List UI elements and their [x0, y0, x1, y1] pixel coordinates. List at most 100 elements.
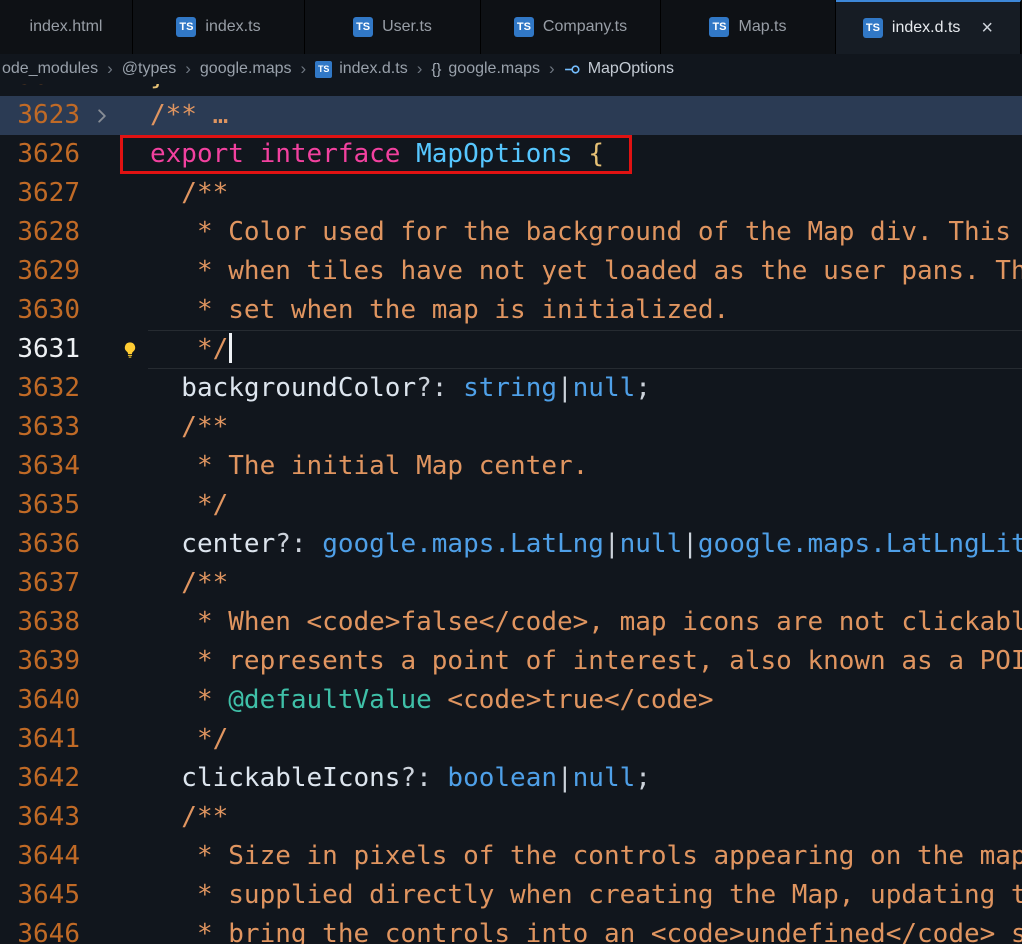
code-line[interactable]: 3646 * bring the controls into an <code>… — [0, 915, 1022, 944]
line-number[interactable]: 3638 — [0, 603, 80, 642]
token-prop[interactable]: backgroundColor — [150, 373, 416, 403]
token-plain[interactable] — [244, 139, 260, 169]
code-text[interactable]: * bring the controls into an <code>undef… — [148, 915, 1022, 944]
code-line[interactable]: 3636 center?: google.maps.LatLng|null|go… — [0, 525, 1022, 564]
token-comment[interactable]: * when tiles have not yet loaded as the … — [150, 256, 1022, 286]
code-line[interactable]: 3630 * set when the map is initialized. — [0, 291, 1022, 330]
tab-Map.ts[interactable]: TS Map.ts — [661, 0, 836, 54]
token-tag[interactable]: @defaultValue — [228, 685, 432, 715]
token-comment[interactable]: /** — [150, 568, 228, 598]
code-text[interactable]: clickableIcons?: boolean|null; — [148, 759, 1022, 798]
code-text[interactable]: * When <code>false</code>, map icons are… — [148, 603, 1022, 642]
token-plain[interactable]: ?: — [416, 373, 463, 403]
token-comment[interactable]: * supplied directly when creating the Ma… — [150, 880, 1022, 910]
token-blue[interactable]: string — [463, 373, 557, 403]
token-prop[interactable]: clickableIcons — [150, 763, 400, 793]
line-number[interactable]: 3628 — [0, 213, 80, 252]
token-comment[interactable]: /** — [150, 412, 228, 442]
token-comment[interactable]: * When <code>false</code>, map icons are… — [150, 607, 1022, 637]
token-plain[interactable] — [400, 139, 416, 169]
token-blue[interactable]: null — [573, 373, 636, 403]
line-number[interactable]: 3633 — [0, 408, 80, 447]
breadcrumb-item-google.maps[interactable]: {} google.maps — [431, 60, 540, 78]
token-blue[interactable]: null — [573, 763, 636, 793]
code-line[interactable]: 3631 */ — [0, 330, 1022, 369]
line-number[interactable]: 3630 — [0, 291, 80, 330]
line-number[interactable]: 3636 — [0, 525, 80, 564]
code-text[interactable]: */ — [148, 720, 1022, 759]
code-line[interactable]: 3635 */ — [0, 486, 1022, 525]
code-line[interactable]: 3644 * Size in pixels of the controls ap… — [0, 837, 1022, 876]
code-line[interactable]: 3628 * Color used for the background of … — [0, 213, 1022, 252]
token-plain[interactable]: ?: — [400, 763, 447, 793]
token-comment[interactable]: */ — [150, 724, 228, 754]
tab-index.ts[interactable]: TS index.ts — [133, 0, 305, 54]
code-text[interactable]: /** — [148, 798, 1022, 837]
code-line[interactable]: 3626 export interface MapOptions { — [0, 135, 1022, 174]
line-number[interactable]: 3643 — [0, 798, 80, 837]
token-kw[interactable]: export — [150, 139, 244, 169]
code-line[interactable]: 3640 * @defaultValue <code>true</code> — [0, 681, 1022, 720]
line-number[interactable]: 3641 — [0, 720, 80, 759]
token-plain[interactable]: | — [682, 529, 698, 559]
line-number[interactable]: 3632 — [0, 369, 80, 408]
line-number[interactable]: 3637 — [0, 564, 80, 603]
token-prop[interactable]: center — [150, 529, 275, 559]
line-number[interactable]: 3631 — [0, 330, 80, 369]
code-text[interactable]: center?: google.maps.LatLng|null|google.… — [148, 525, 1022, 564]
code-line[interactable]: 3638 * When <code>false</code>, map icon… — [0, 603, 1022, 642]
token-blue[interactable]: google.maps.LatLng — [322, 529, 604, 559]
code-text[interactable]: /** … — [148, 96, 1022, 135]
line-number[interactable]: 3645 — [0, 876, 80, 915]
token-bracket[interactable]: { — [588, 139, 604, 169]
tab-index.html[interactable]: index.html — [0, 0, 133, 54]
code-text[interactable]: */ — [148, 330, 1022, 369]
token-plain[interactable]: | — [557, 373, 573, 403]
code-text[interactable]: backgroundColor?: string|null; — [148, 369, 1022, 408]
code-text[interactable]: * when tiles have not yet loaded as the … — [148, 252, 1022, 291]
code-text[interactable]: * The initial Map center. — [148, 447, 1022, 486]
code-line[interactable]: 3643 /** — [0, 798, 1022, 837]
breadcrumb-item-google.maps[interactable]: google.maps — [200, 60, 292, 78]
token-comment[interactable]: * The initial Map center. — [150, 451, 588, 481]
token-comment[interactable]: * bring the controls into an <code>undef… — [150, 919, 1022, 944]
tab-index.d.ts[interactable]: TS index.d.ts × — [836, 0, 1021, 54]
code-text[interactable]: export interface MapOptions { — [148, 135, 1022, 174]
code-line[interactable]: 3633 /** — [0, 408, 1022, 447]
code-text[interactable]: * Size in pixels of the controls appeari… — [148, 837, 1022, 876]
line-number[interactable]: 3623 — [0, 96, 80, 135]
code-line[interactable]: 3629 * when tiles have not yet loaded as… — [0, 252, 1022, 291]
line-number[interactable]: 3634 — [0, 447, 80, 486]
token-plain[interactable]: | — [557, 763, 573, 793]
code-line[interactable]: 3634 * The initial Map center. — [0, 447, 1022, 486]
lightbulb-icon[interactable] — [121, 341, 139, 359]
breadcrumb-item-MapOptions[interactable]: MapOptions — [564, 60, 674, 78]
line-number[interactable]: 3629 — [0, 252, 80, 291]
line-number[interactable]: 3642 — [0, 759, 80, 798]
code-line[interactable]: 3641 */ — [0, 720, 1022, 759]
line-number[interactable]: 3640 — [0, 681, 80, 720]
token-comment[interactable]: … — [213, 100, 229, 130]
code-line[interactable]: 3637 /** — [0, 564, 1022, 603]
token-comment[interactable]: * set when the map is initialized. — [150, 295, 729, 325]
code-text[interactable]: /** — [148, 174, 1022, 213]
code-line[interactable]: 3623 /** … — [0, 96, 1022, 135]
tab-User.ts[interactable]: TS User.ts — [305, 0, 481, 54]
close-icon[interactable]: × — [981, 18, 993, 38]
token-comment[interactable]: /** — [150, 178, 228, 208]
token-comment[interactable]: */ — [150, 334, 228, 364]
token-kw[interactable]: interface — [260, 139, 401, 169]
token-comment[interactable]: * Color used for the background of the M… — [150, 217, 1022, 247]
code-line[interactable]: 3627 /** — [0, 174, 1022, 213]
breadcrumb-item-index.d.ts[interactable]: TS index.d.ts — [315, 60, 408, 78]
fold-collapsed-icon[interactable] — [93, 107, 111, 125]
code-text[interactable]: * set when the map is initialized. — [148, 291, 1022, 330]
token-comment[interactable]: /** — [150, 802, 228, 832]
code-text[interactable]: * Color used for the background of the M… — [148, 213, 1022, 252]
breadcrumb-item-@types[interactable]: @types — [122, 60, 176, 78]
token-comment[interactable]: * — [150, 685, 228, 715]
token-bracket[interactable]: } — [150, 84, 166, 91]
token-comment[interactable]: /** — [150, 100, 213, 130]
code-text[interactable]: * represents a point of interest, also k… — [148, 642, 1022, 681]
line-number[interactable]: 3646 — [0, 915, 80, 944]
